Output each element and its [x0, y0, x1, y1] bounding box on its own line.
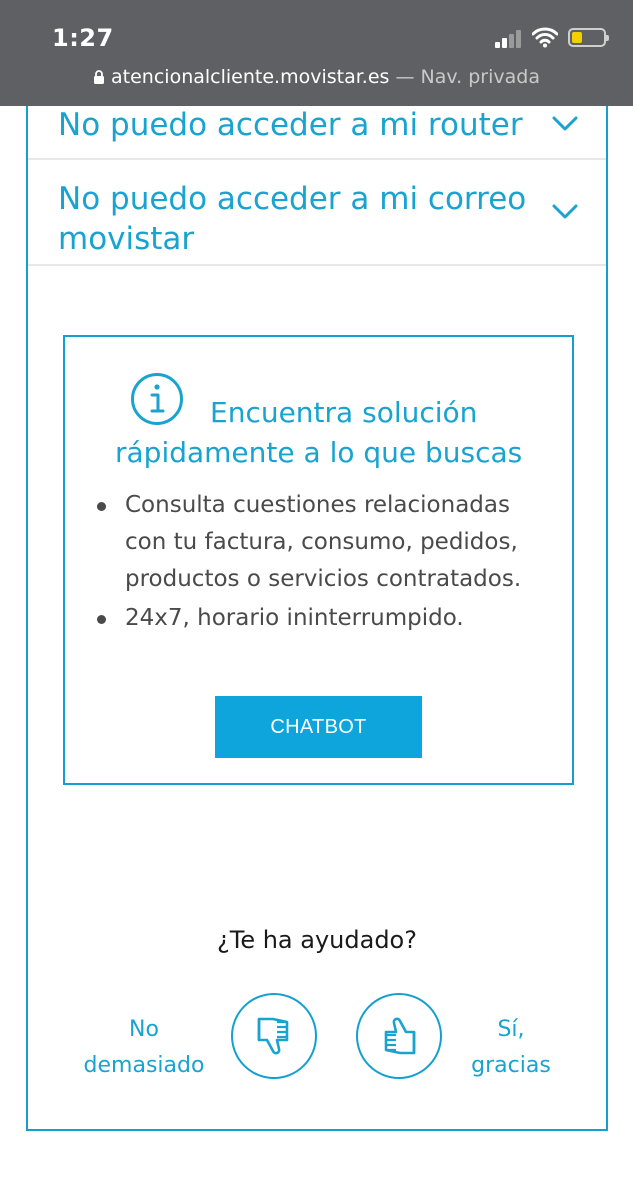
feedback-question: ¿Te ha ayudado? [217, 926, 417, 954]
card-title: Encuentra solución rápidamente a lo que … [110, 393, 550, 473]
accordion-item-correo[interactable]: No puedo acceder a mi correo movistar [28, 160, 606, 266]
card-title-line2: rápidamente a lo que buscas [115, 436, 523, 469]
status-time: 1:27 [52, 24, 114, 52]
url-separator: — [395, 66, 415, 88]
thumbs-up-icon [384, 1017, 416, 1055]
feedback-no-label[interactable]: No demasiado [74, 1012, 214, 1084]
accordion-item-router[interactable]: No puedo acceder a mi router [28, 106, 606, 160]
content-frame: No puedo acceder a mi router No puedo ac… [26, 106, 608, 1131]
list-item: Consulta cuestiones relacionadas con tu … [93, 487, 553, 598]
card-bullets: Consulta cuestiones relacionadas con tu … [93, 487, 553, 637]
chatbot-info-card: Encuentra solución rápidamente a lo que … [63, 335, 574, 785]
browser-top-bar: 1:27 atencionalcliente.movistar.es — Nav… [0, 0, 633, 106]
battery-icon [568, 28, 609, 47]
url-bar[interactable]: atencionalcliente.movistar.es — Nav. pri… [0, 66, 633, 88]
list-item: 24x7, horario ininterrumpido. [93, 600, 553, 637]
thumbs-down-icon [257, 1017, 289, 1055]
accordion-item-label: No puedo acceder a mi correo movistar [58, 181, 527, 257]
feedback-yes-label[interactable]: Sí, gracias [456, 1012, 566, 1084]
chevron-down-icon [552, 204, 578, 219]
chatbot-button[interactable]: CHATBOT [215, 696, 422, 758]
thumbs-down-button[interactable] [231, 993, 317, 1079]
chevron-down-icon [552, 116, 578, 131]
signal-icon [495, 30, 527, 48]
lock-icon [94, 70, 105, 84]
thumbs-up-button[interactable] [356, 993, 442, 1079]
url-text: atencionalcliente.movistar.es [111, 66, 390, 88]
accordion-item-label: No puedo acceder a mi router [58, 107, 523, 143]
card-title-line1: Encuentra solución [210, 396, 478, 429]
wifi-icon [532, 27, 558, 48]
private-browsing-label: Nav. privada [420, 66, 540, 88]
